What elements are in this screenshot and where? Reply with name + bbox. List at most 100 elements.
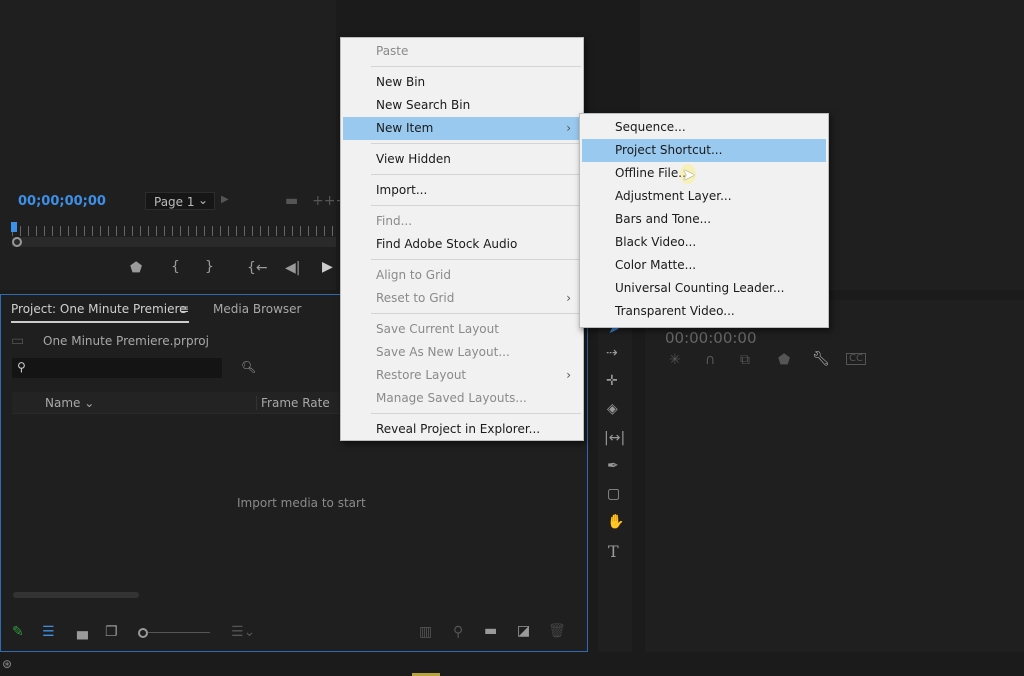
find-bin-icon[interactable]: 🔍︎ [241,361,256,373]
menu-item-new-item[interactable]: New Item › [343,117,581,140]
submenu-arrow-icon: › [566,291,571,305]
tools-panel: ➤ ⇢ ✛ ◈ |↔| ✒ ▢ ✋ T [598,300,632,652]
automate-to-sequence-icon[interactable]: ▥ [419,625,432,639]
new-item-icon[interactable]: ◪ [517,624,530,638]
menu-item-bars-and-tone[interactable]: Bars and Tone... [582,208,826,231]
play-icon[interactable]: ▶ [322,260,333,274]
menu-separator [371,413,581,414]
rectangle-tool-icon[interactable]: ▢ [607,487,620,501]
menu-separator [371,259,581,260]
ripple-edit-tool-icon[interactable]: ✛ [606,374,618,388]
menu-item-find: Find... [343,210,581,233]
hand-tool-icon[interactable]: ✋ [607,515,624,529]
menu-item-import[interactable]: Import... [343,179,581,202]
menu-separator [371,66,581,67]
menu-item-new-bin[interactable]: New Bin [343,71,581,94]
play-small-icon[interactable]: ▶ [221,195,229,205]
step-back-icon[interactable]: ◀| [285,261,300,275]
menu-item-new-search-bin[interactable]: New Search Bin [343,94,581,117]
menu-item-manage-saved-layouts: Manage Saved Layouts... [343,387,581,410]
menu-item-align-to-grid: Align to Grid [343,264,581,287]
timeline-panel: 00:00:00:00 ✳ ∩ ⧉ ⬟ 🔧︎ CC [645,300,1024,652]
menu-item-label: Import... [376,183,428,197]
menu-item-find-adobe-stock-audio[interactable]: Find Adobe Stock Audio [343,233,581,256]
slip-tool-icon[interactable]: |↔| [604,431,625,445]
menu-item-label: Find Adobe Stock Audio [376,237,518,251]
nest-icon[interactable]: ✳ [669,353,681,367]
submenu-arrow-icon: › [566,368,571,382]
menu-item-label: Manage Saved Layouts... [376,391,527,405]
horizontal-scrollbar[interactable] [13,592,139,598]
type-tool-icon[interactable]: T [608,544,619,560]
playhead[interactable] [11,222,17,232]
menu-item-label: Adjustment Layer... [615,189,732,203]
tab-project[interactable]: Project: One Minute Premiere ≡ [11,302,189,323]
menu-item-label: Save As New Layout... [376,345,510,359]
column-name-label: Name [45,396,81,410]
panel-menu-icon[interactable]: ≡ [179,302,189,316]
search-input[interactable]: ⚲ [12,358,222,378]
page-select-value: Page 1 [154,195,195,209]
razor-tool-icon[interactable]: ◈ [607,402,618,416]
menu-item-black-video[interactable]: Black Video... [582,231,826,254]
new-bin-icon[interactable]: ▬ [484,624,497,638]
clear-trash-icon[interactable]: 🗑︎ [548,624,566,638]
new-item-submenu: Sequence... Project Shortcut... Offline Fi… [579,113,829,328]
menu-item-label: Sequence... [615,120,686,134]
icon-view-icon[interactable]: ▄ [77,625,88,639]
menu-item-label: Bars and Tone... [615,212,712,226]
add-marker-icon[interactable]: ⬟ [130,261,142,275]
menu-separator [371,174,581,175]
menu-item-reveal-project-in-explorer[interactable]: Reveal Project in Explorer... [343,418,581,441]
menu-item-transparent-video[interactable]: Transparent Video... [582,300,826,323]
tab-media-browser[interactable]: Media Browser [213,302,301,316]
menu-item-offline-file[interactable]: Offline File... [582,162,826,185]
slider-knob[interactable] [138,628,148,638]
menu-item-view-hidden[interactable]: View Hidden [343,148,581,171]
zoom-slider[interactable] [138,628,210,638]
menu-item-label: Reveal Project in Explorer... [376,422,541,436]
status-bar: ⊛ [0,654,1024,676]
menu-item-label: New Bin [376,75,426,89]
menu-item-color-matte[interactable]: Color Matte... [582,254,826,277]
menu-item-label: New Item [376,121,434,135]
menu-item-label: Align to Grid [376,268,451,282]
search-icon: ⚲ [17,360,26,374]
menu-item-label: Restore Layout [376,368,467,382]
captions-icon[interactable]: CC [846,353,866,365]
column-name[interactable]: Name ⌄ [45,396,94,410]
linked-selection-icon[interactable]: ⧉ [740,353,750,367]
menu-item-label: Project Shortcut... [615,143,723,157]
write-protect-pencil-icon[interactable]: ✎ [12,625,24,639]
go-to-in-icon[interactable]: {← [247,261,268,275]
menu-item-label: Find... [376,214,413,228]
menu-item-universal-counting-leader[interactable]: Universal Counting Leader... [582,277,826,300]
menu-separator [371,143,581,144]
scroll-handle[interactable] [12,237,22,247]
menu-item-sequence[interactable]: Sequence... [582,116,826,139]
menu-item-project-shortcut[interactable]: Project Shortcut... [582,139,826,162]
column-frame-rate[interactable]: Frame Rate [256,396,330,410]
zoom-scrollbar[interactable] [12,237,336,247]
freeform-view-icon[interactable]: ❐ [105,625,118,639]
mark-out-icon[interactable]: } [205,260,214,274]
mouse-cursor-icon: ➤ [680,164,696,184]
menu-item-adjustment-layer[interactable]: Adjustment Layer... [582,185,826,208]
snap-icon[interactable]: ∩ [705,353,715,367]
list-view-icon[interactable]: ☰ [42,625,55,639]
mark-in-icon[interactable]: { [171,260,180,274]
find-icon[interactable]: ⚲ [453,625,463,639]
add-marker-icon[interactable]: ⬟ [778,353,790,367]
sort-icons-icon[interactable]: ☰⌄ [231,625,255,639]
menu-item-label: Offline File... [615,166,690,180]
source-timecode[interactable]: 00;00;00;00 [18,194,106,209]
pen-tool-icon[interactable]: ✒ [607,459,619,473]
time-ruler[interactable] [12,226,336,236]
creative-cloud-icon[interactable]: ⊛ [2,657,12,671]
timeline-timecode[interactable]: 00:00:00:00 [665,329,757,347]
track-select-tool-icon[interactable]: ⇢ [606,346,618,360]
export-frame-icon[interactable]: ▬ [285,194,298,208]
page-select[interactable]: Page 1 ⌄ [145,192,215,210]
menu-item-label: Color Matte... [615,258,697,272]
wrench-icon[interactable]: 🔧︎ [812,352,830,366]
